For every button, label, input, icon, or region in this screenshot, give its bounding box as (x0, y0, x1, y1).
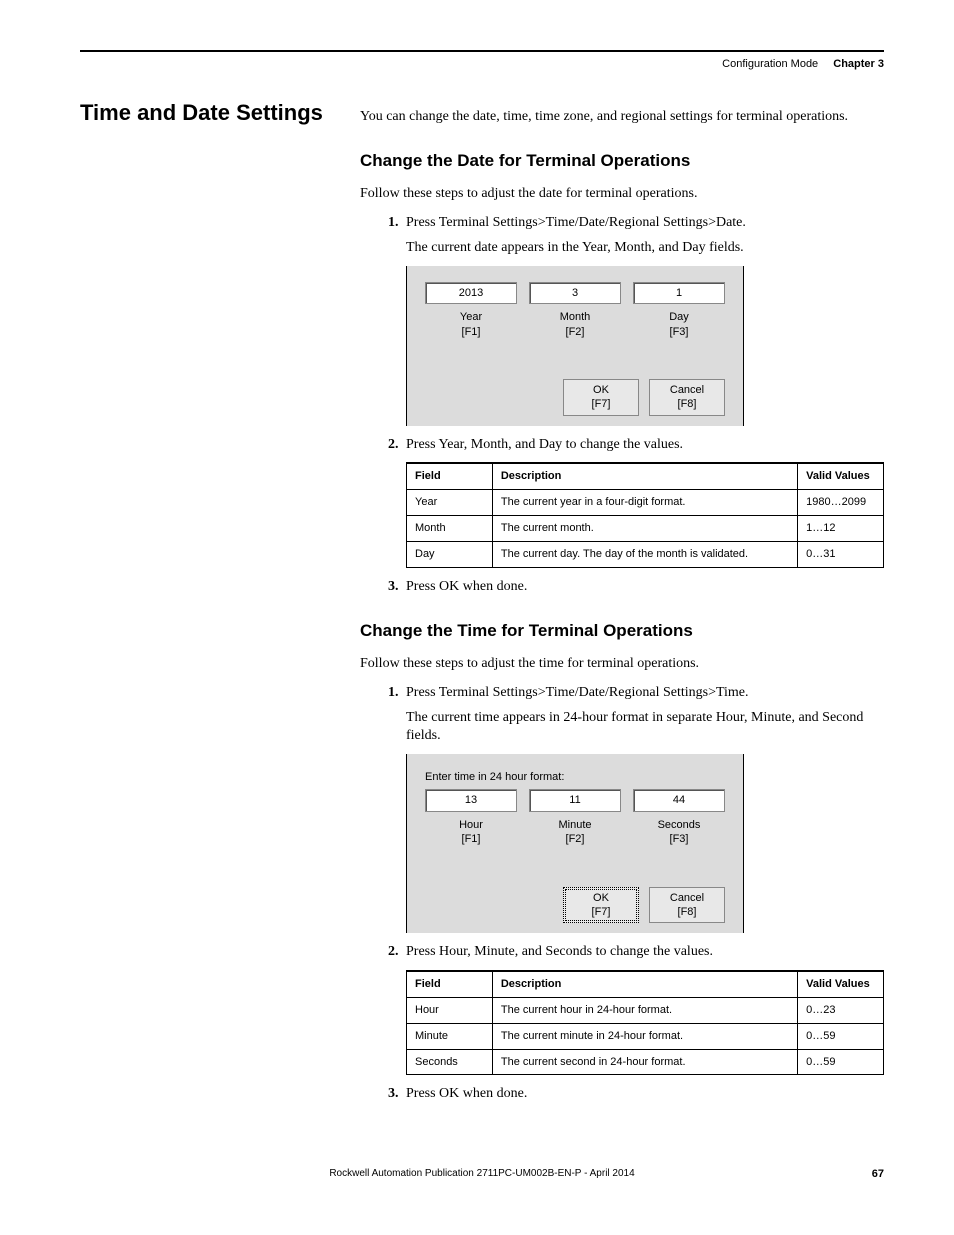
time-step-1: Press Terminal Settings>Time/Date/Region… (402, 684, 884, 934)
month-label: Month (560, 311, 591, 323)
year-key: [F1] (462, 326, 481, 338)
year-input[interactable]: 2013 (425, 282, 517, 305)
date-step-1: Press Terminal Settings>Time/Date/Region… (402, 214, 884, 426)
seconds-input[interactable]: 44 (633, 789, 725, 812)
table-row: Day The current day. The day of the mont… (407, 542, 884, 568)
day-input[interactable]: 1 (633, 282, 725, 305)
day-field-group: 1 Day [F3] (633, 282, 725, 339)
table-row: Minute The current minute in 24-hour for… (407, 1023, 884, 1049)
date-ok-button[interactable]: OK [F7] (563, 379, 639, 416)
time-step1-text: Press Terminal Settings>Time/Date/Region… (406, 685, 749, 700)
intro-text: You can change the date, time, time zone… (360, 108, 884, 127)
cancel-label: Cancel (670, 384, 704, 396)
page-footer: Rockwell Automation Publication 2711PC-U… (80, 1168, 884, 1179)
section-title: Time and Date Settings (80, 100, 330, 126)
t-cancel-key: [F8] (678, 906, 697, 918)
tth-desc: Description (492, 971, 797, 997)
ok-label: OK (593, 384, 609, 396)
table-row: Month The current month. 1…12 (407, 516, 884, 542)
time-step-2: Press Hour, Minute, and Seconds to chang… (402, 943, 884, 1075)
time-step3-text: Press OK when done. (406, 1086, 527, 1101)
date-lead: Follow these steps to adjust the date fo… (360, 185, 884, 204)
th-desc: Description (492, 463, 797, 489)
minute-input[interactable]: 11 (529, 789, 621, 812)
date-table: Field Description Valid Values Year The … (406, 462, 884, 567)
date-step-2: Press Year, Month, and Day to change the… (402, 436, 884, 568)
th-field: Field (407, 463, 493, 489)
ok-key: [F7] (592, 398, 611, 410)
th-valid: Valid Values (798, 463, 884, 489)
t-cancel-label: Cancel (670, 892, 704, 904)
footer-page-number: 67 (872, 1168, 884, 1180)
date-cancel-button[interactable]: Cancel [F8] (649, 379, 725, 416)
table-row: Seconds The current second in 24-hour fo… (407, 1049, 884, 1075)
date-step1-sub: The current date appears in the Year, Mo… (406, 239, 884, 258)
header-section: Configuration Mode (722, 58, 818, 70)
date-step-3: Press OK when done. (402, 578, 884, 597)
day-key: [F3] (670, 326, 689, 338)
month-field-group: 3 Month [F2] (529, 282, 621, 339)
page-header: Configuration Mode Chapter 3 (80, 58, 884, 70)
minute-key: [F2] (566, 833, 585, 845)
day-label: Day (669, 311, 689, 323)
table-row: Hour The current hour in 24-hour format.… (407, 997, 884, 1023)
date-heading: Change the Date for Terminal Operations (360, 151, 884, 171)
time-table: Field Description Valid Values Hour The … (406, 970, 884, 1075)
hour-field-group: 13 Hour [F1] (425, 789, 517, 846)
seconds-label: Seconds (658, 819, 701, 831)
date-step3-text: Press OK when done. (406, 579, 527, 594)
header-chapter: Chapter 3 (833, 58, 884, 70)
header-rule (80, 50, 884, 52)
time-dialog: Enter time in 24 hour format: 13 Hour [F… (406, 754, 744, 933)
tth-field: Field (407, 971, 493, 997)
hour-input[interactable]: 13 (425, 789, 517, 812)
minute-label: Minute (558, 819, 591, 831)
minute-field-group: 11 Minute [F2] (529, 789, 621, 846)
time-heading: Change the Time for Terminal Operations (360, 621, 884, 641)
time-cancel-button[interactable]: Cancel [F8] (649, 887, 725, 924)
cancel-key: [F8] (678, 398, 697, 410)
hour-label: Hour (459, 819, 483, 831)
seconds-field-group: 44 Seconds [F3] (633, 789, 725, 846)
month-input[interactable]: 3 (529, 282, 621, 305)
t-ok-key: [F7] (592, 906, 611, 918)
time-step2-text: Press Hour, Minute, and Seconds to chang… (406, 944, 713, 959)
time-step1-sub: The current time appears in 24-hour form… (406, 709, 884, 747)
table-row: Year The current year in a four-digit fo… (407, 490, 884, 516)
time-dialog-caption: Enter time in 24 hour format: (425, 770, 725, 785)
time-lead: Follow these steps to adjust the time fo… (360, 655, 884, 674)
date-step2-text: Press Year, Month, and Day to change the… (406, 437, 683, 452)
time-ok-button[interactable]: OK [F7] (563, 887, 639, 924)
footer-publication: Rockwell Automation Publication 2711PC-U… (80, 1168, 884, 1179)
t-ok-label: OK (593, 892, 609, 904)
time-step-3: Press OK when done. (402, 1085, 884, 1104)
seconds-key: [F3] (670, 833, 689, 845)
month-key: [F2] (566, 326, 585, 338)
hour-key: [F1] (462, 833, 481, 845)
date-dialog: 2013 Year [F1] 3 Month [F2] (406, 266, 744, 426)
tth-valid: Valid Values (798, 971, 884, 997)
year-label: Year (460, 311, 482, 323)
date-step1-text: Press Terminal Settings>Time/Date/Region… (406, 215, 746, 230)
year-field-group: 2013 Year [F1] (425, 282, 517, 339)
